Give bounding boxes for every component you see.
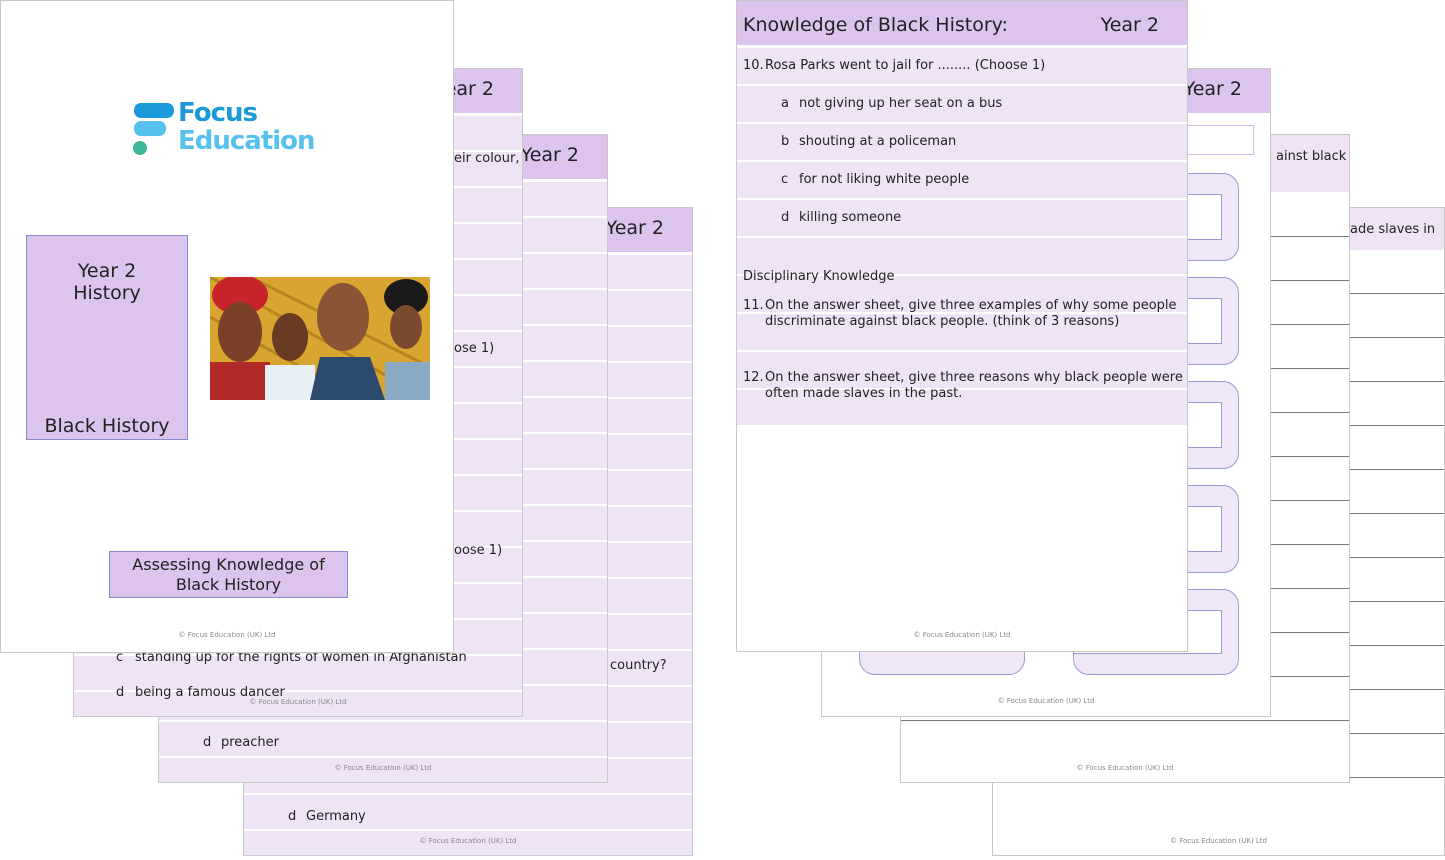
year-label: Year 2 xyxy=(1183,78,1242,100)
question-text: On the answer sheet, give three examples… xyxy=(765,298,1177,313)
option-text: Germany xyxy=(306,809,366,824)
footer: © Focus Education (UK) Ltd xyxy=(419,837,517,845)
question-text: On the answer sheet, give three reasons … xyxy=(765,370,1183,385)
logo-line-1: Focus xyxy=(178,98,258,128)
footer: © Focus Education (UK) Ltd xyxy=(334,764,432,772)
question-text: Rosa Parks went to jail for ........ (Ch… xyxy=(765,58,1046,73)
portraits-illustration xyxy=(210,277,430,400)
page-title: Knowledge of Black History: xyxy=(743,14,1008,36)
footer: © Focus Education (UK) Ltd xyxy=(913,631,1011,639)
option-text: killing someone xyxy=(799,210,902,225)
question-page-front: Knowledge of Black History: Year 2 10. R… xyxy=(736,0,1188,652)
option-text: shouting at a policeman xyxy=(799,134,957,149)
option-text: preacher xyxy=(221,735,280,750)
footer: © Focus Education (UK) Ltd xyxy=(249,698,347,706)
option-letter: d xyxy=(203,735,212,750)
section-heading: Disciplinary Knowledge xyxy=(743,269,895,284)
question-fragment: ainst black xyxy=(1276,149,1347,164)
question-number: 12. xyxy=(743,370,764,385)
option-letter: b xyxy=(781,134,790,149)
option-letter: a xyxy=(781,96,789,111)
footer: © Focus Education (UK) Ltd xyxy=(997,697,1095,705)
question-number: 11. xyxy=(743,298,764,313)
question-fragment: ose 1) xyxy=(454,341,495,356)
title-topic: Black History xyxy=(44,415,170,437)
footer: © Focus Education (UK) Ltd xyxy=(1076,764,1174,772)
logo-line-2: Education xyxy=(178,126,316,156)
question-fragment: oose 1) xyxy=(454,543,503,558)
question-text: often made slaves in the past. xyxy=(765,386,963,401)
footer: © Focus Education (UK) Ltd xyxy=(1169,837,1267,845)
option-letter: d xyxy=(781,210,790,225)
title-box: Year 2 History Black History xyxy=(26,235,188,440)
option-text: for not liking white people xyxy=(799,172,970,187)
question-fragment: ade slaves in xyxy=(1350,222,1436,237)
question-fragment: country? xyxy=(610,658,667,673)
focus-education-logo: Focus Education xyxy=(132,99,316,161)
question-number: 10. xyxy=(743,58,764,73)
question-fragment: eir colour, xyxy=(454,151,520,166)
year-label: Year 2 xyxy=(605,217,664,239)
year-label: Year 2 xyxy=(520,144,579,166)
footer: © Focus Education (UK) Ltd xyxy=(178,631,276,639)
question-text: discriminate against black people. (thin… xyxy=(765,314,1120,329)
subtitle-line-2: Black History xyxy=(175,575,282,594)
option-letter: d xyxy=(288,809,297,824)
subtitle-line-1: Assessing Knowledge of xyxy=(132,555,325,574)
title-subject: History xyxy=(73,282,141,304)
logo-mark-icon xyxy=(133,103,174,155)
page-header: Knowledge of Black History: Year 2 xyxy=(737,1,1187,48)
year-label: Year 2 xyxy=(1100,14,1159,36)
cover-page: Focus Education Year 2 History Black His… xyxy=(0,0,454,653)
option-text: not giving up her seat on a bus xyxy=(799,96,1003,111)
subtitle-box: Assessing Knowledge of Black History xyxy=(109,551,348,598)
title-year: Year 2 xyxy=(77,260,137,282)
option-letter: c xyxy=(781,172,789,187)
